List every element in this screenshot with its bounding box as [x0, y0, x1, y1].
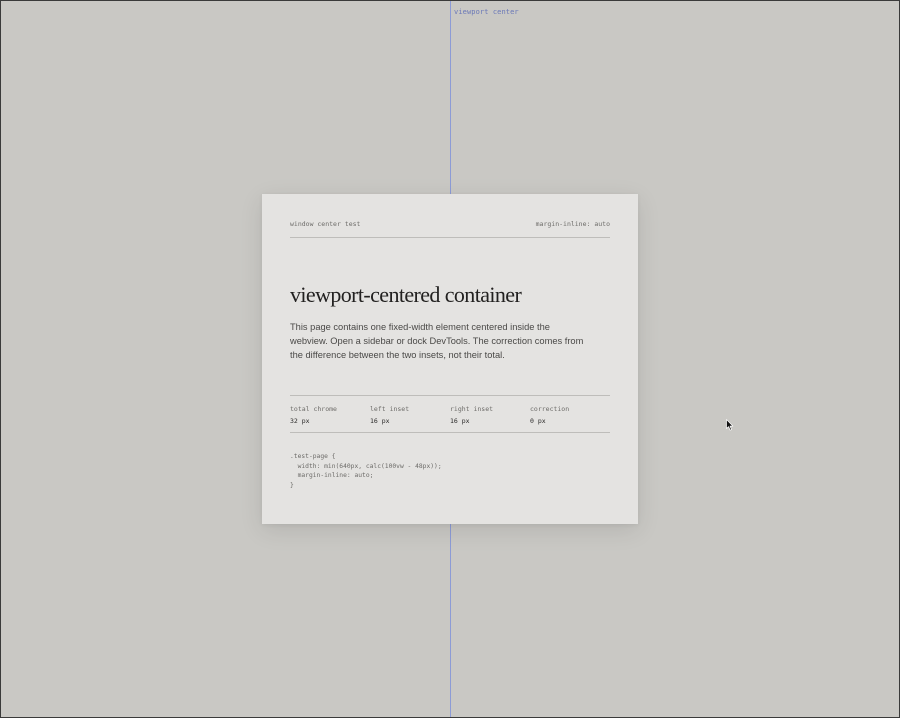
- panel-header: window center test margin-inline: auto: [290, 220, 610, 238]
- viewport-center-label: viewport center: [454, 8, 519, 16]
- mouse-pointer-icon: [726, 419, 734, 431]
- stat-label: right inset: [450, 405, 494, 413]
- stat-label: total chrome: [290, 405, 337, 413]
- stat-label: left inset: [370, 405, 410, 413]
- stat-label: correction: [530, 405, 570, 413]
- stat-value: 32 px: [290, 417, 310, 425]
- stat-value: 0 px: [530, 417, 546, 425]
- code-line: .test-page {: [290, 453, 336, 460]
- code-line: }: [290, 481, 294, 489]
- css-code-block: .test-page { width: min(640px, calc(100v…: [290, 452, 442, 490]
- test-page-container: window center test margin-inline: auto v…: [262, 194, 638, 524]
- webview-viewport: viewport center window center test margi…: [1, 1, 899, 717]
- page-title: viewport-centered container: [290, 282, 522, 307]
- stat-value: 16 px: [450, 417, 470, 425]
- code-line: width: min(640px, calc(100vw - 48px));: [290, 462, 442, 470]
- header-css-rule: margin-inline: auto: [535, 220, 610, 228]
- header-test-name: window center test: [290, 220, 361, 228]
- code-line: margin-inline: auto;: [290, 472, 374, 480]
- inset-stats: total chrome 32 px left inset 16 px righ…: [290, 395, 610, 433]
- stat-value: 16 px: [370, 417, 390, 425]
- page-description: This page contains one fixed-width eleme…: [290, 322, 584, 361]
